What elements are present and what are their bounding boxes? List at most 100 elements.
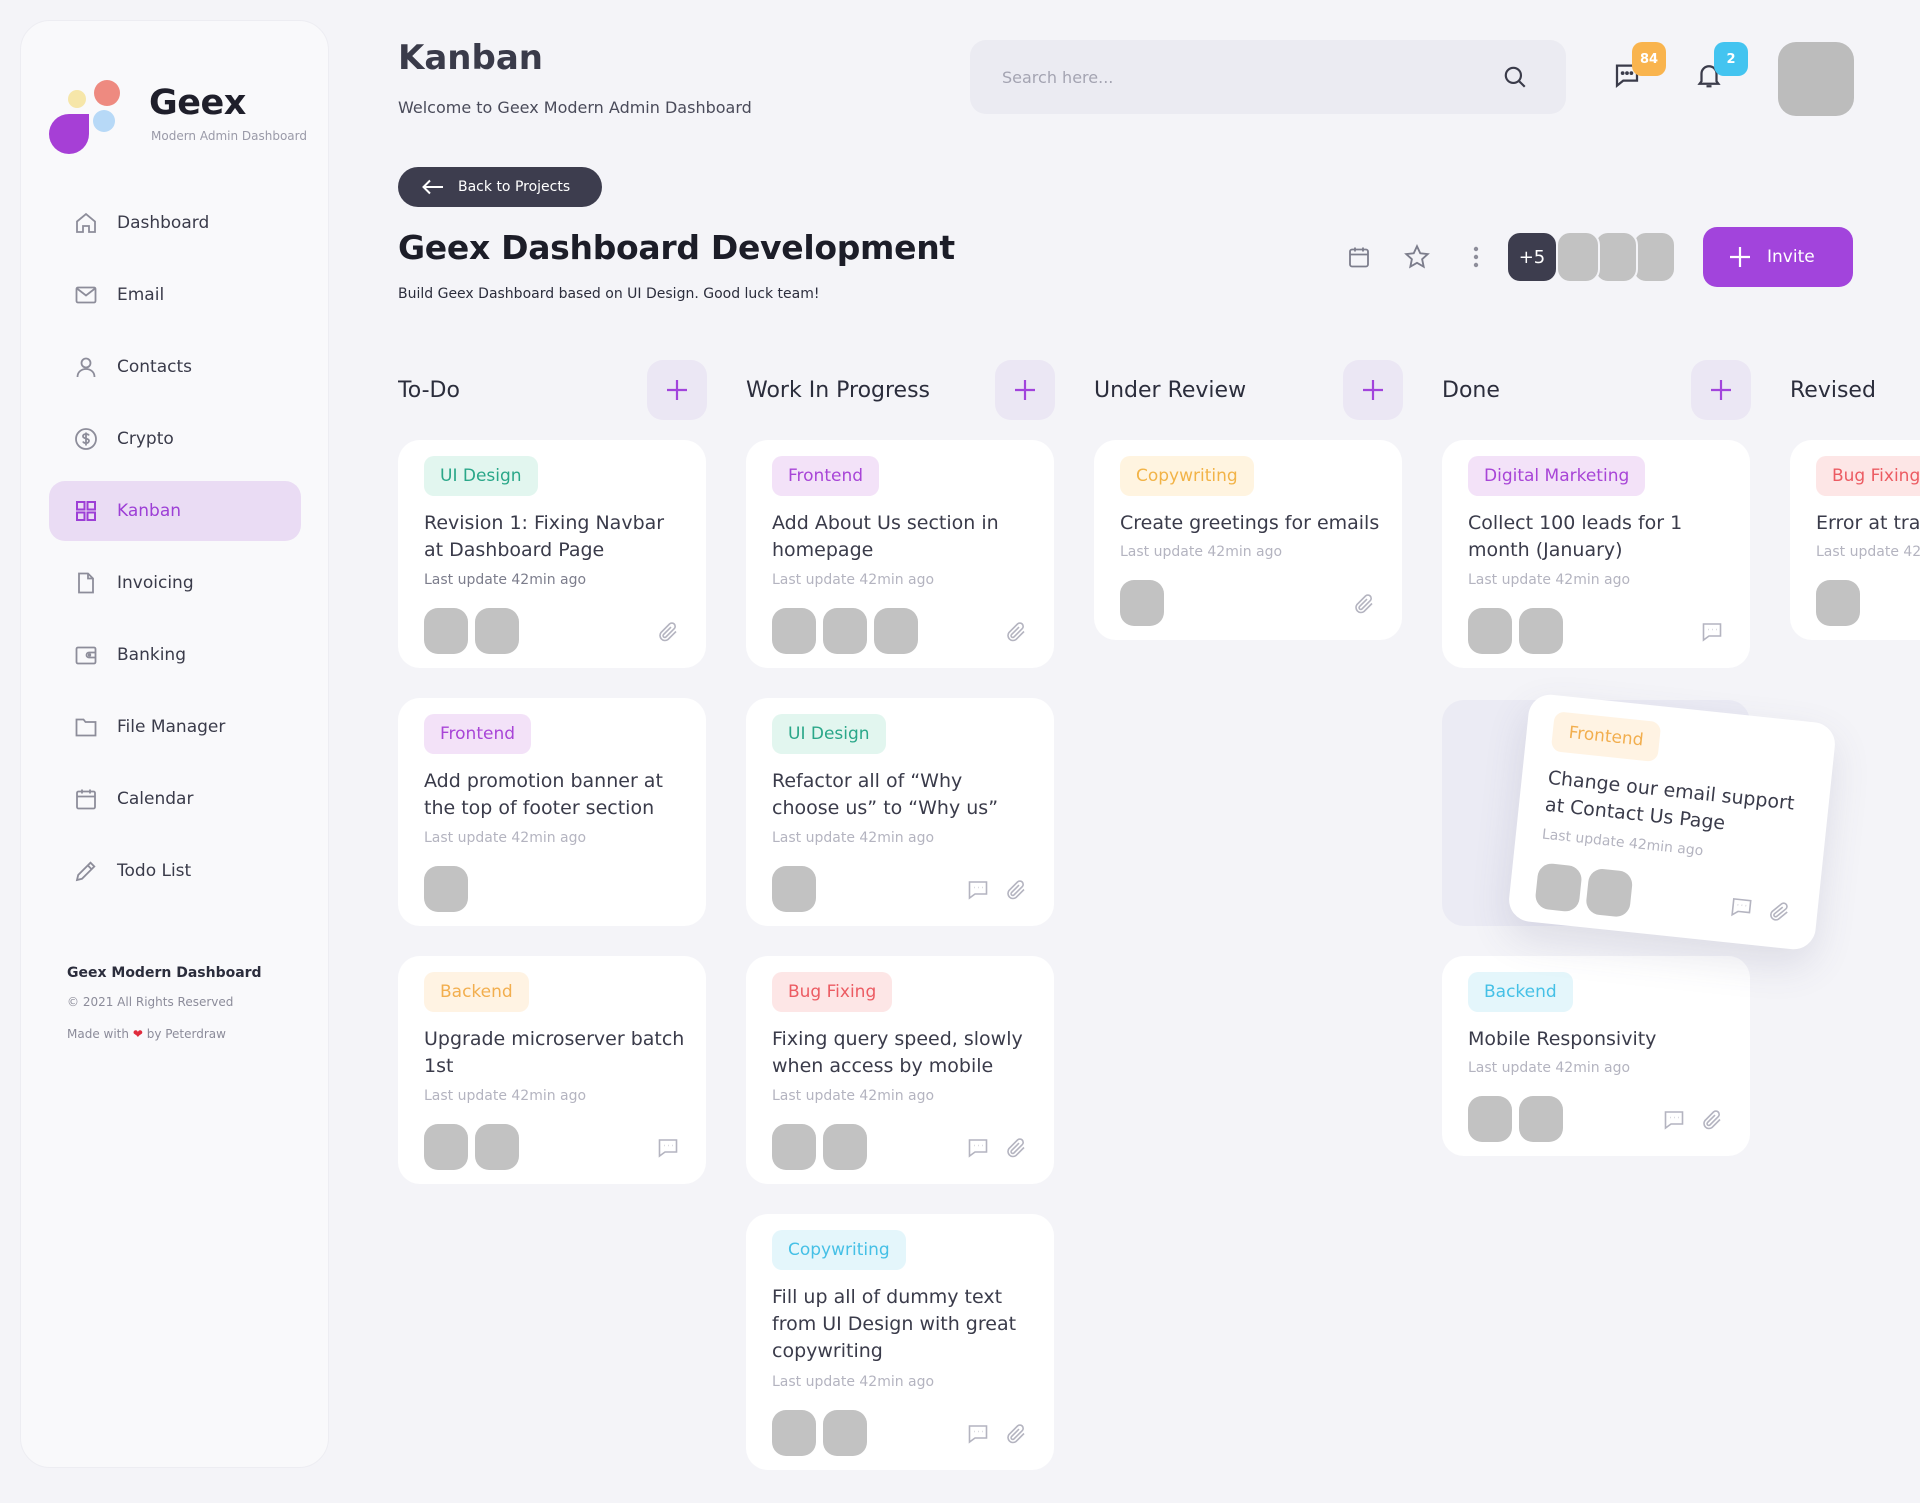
comment-icon[interactable] <box>1662 1108 1686 1132</box>
folder-icon <box>73 714 99 740</box>
plus-icon <box>667 380 687 400</box>
sidebar-item-kanban[interactable]: Kanban <box>49 481 301 541</box>
kanban-card[interactable]: Frontend Add promotion banner at the top… <box>398 698 706 926</box>
sidebar-item-crypto[interactable]: Crypto <box>49 409 301 469</box>
avatar <box>475 1124 519 1170</box>
card-updated: Last update 42min ago <box>1468 1060 1631 1076</box>
sidebar-item-label: Kanban <box>117 501 182 521</box>
kanban-card[interactable]: Frontend Add About Us section in homepag… <box>746 440 1054 668</box>
avatar <box>772 1410 816 1456</box>
add-card-button[interactable] <box>995 360 1055 420</box>
card-tag: UI Design <box>772 714 886 754</box>
search-icon[interactable] <box>1502 64 1528 94</box>
column-title: Under Review <box>1094 378 1247 403</box>
notifications-badge: 2 <box>1714 42 1748 76</box>
kanban-card[interactable]: Copywriting Create greetings for emails … <box>1094 440 1402 640</box>
card-avatars <box>1120 580 1171 626</box>
paperclip-icon[interactable] <box>1004 1422 1028 1446</box>
user-avatar[interactable] <box>1778 42 1854 116</box>
sidebar-item-email[interactable]: Email <box>49 265 301 325</box>
geex-logo-icon <box>49 80 120 154</box>
kanban-card[interactable]: Backend Upgrade microserver batch 1st La… <box>398 956 706 1184</box>
add-card-button[interactable] <box>647 360 707 420</box>
card-tag: Backend <box>424 972 529 1012</box>
avatar <box>1534 862 1583 913</box>
card-tag: Frontend <box>424 714 532 754</box>
add-card-button[interactable] <box>1343 360 1403 420</box>
card-actions <box>1352 592 1376 616</box>
invite-label: Invite <box>1767 247 1815 267</box>
sidebar-item-invoicing[interactable]: Invoicing <box>49 553 301 613</box>
plus-icon <box>1363 380 1383 400</box>
comment-icon[interactable] <box>966 878 990 902</box>
paperclip-icon[interactable] <box>1700 1108 1724 1132</box>
avatar <box>424 1124 468 1170</box>
plus-icon <box>1711 380 1731 400</box>
calendar-button[interactable] <box>1344 242 1374 272</box>
card-tag: Frontend <box>1550 711 1662 763</box>
card-avatars <box>772 608 925 654</box>
sidebar-item-todo-list[interactable]: Todo List <box>49 841 301 901</box>
card-tag: Backend <box>1468 972 1573 1012</box>
column-title: To-Do <box>398 378 460 403</box>
favorite-button[interactable] <box>1402 242 1432 272</box>
brand[interactable]: Geex Modern Admin Dashboard <box>49 59 309 154</box>
card-title: Upgrade microserver batch 1st <box>424 1028 685 1077</box>
sidebar-item-banking[interactable]: Banking <box>49 625 301 685</box>
kanban-card[interactable]: Digital Marketing Collect 100 leads for … <box>1442 440 1750 668</box>
home-icon <box>73 210 99 236</box>
comment-icon[interactable] <box>1700 620 1724 644</box>
paperclip-icon[interactable] <box>1004 620 1028 644</box>
add-card-button[interactable] <box>1691 360 1751 420</box>
sidebar-item-file-manager[interactable]: File Manager <box>49 697 301 757</box>
kebab-menu-icon <box>1473 246 1479 268</box>
card-title: Add promotion banner at the top of foote… <box>424 770 663 819</box>
kanban-card[interactable]: Copywriting Fill up all of dummy text fr… <box>746 1214 1054 1470</box>
comment-icon[interactable] <box>966 1422 990 1446</box>
paperclip-icon[interactable] <box>656 620 680 644</box>
sidebar-item-dashboard[interactable]: Dashboard <box>49 193 301 253</box>
team-members[interactable]: +5 <box>1506 231 1676 283</box>
kanban-card[interactable]: UI Design Refactor all of “Why choose us… <box>746 698 1054 926</box>
paperclip-icon[interactable] <box>1352 592 1376 616</box>
card-actions <box>656 620 680 644</box>
card-avatars <box>424 866 475 912</box>
card-avatars <box>1534 862 1640 919</box>
kanban-card[interactable]: Bug Fixing Error at tran Last update 42 <box>1790 440 1920 640</box>
comment-icon[interactable] <box>966 1136 990 1160</box>
made-with-suffix: by Peterdraw <box>146 1027 226 1041</box>
kanban-card[interactable]: Bug Fixing Fixing query speed, slowly wh… <box>746 956 1054 1184</box>
card-tag: Copywriting <box>772 1230 906 1270</box>
sidebar-item-calendar[interactable]: Calendar <box>49 769 301 829</box>
kanban-card[interactable]: UI Design Revision 1: Fixing Navbar at D… <box>398 440 706 668</box>
avatar <box>1556 231 1600 283</box>
invite-button[interactable]: Invite <box>1703 227 1853 287</box>
kanban-card[interactable]: Backend Mobile Responsivity Last update … <box>1442 956 1750 1156</box>
card-actions <box>1728 895 1792 925</box>
card-tag: Frontend <box>772 456 880 496</box>
avatar <box>1632 231 1676 283</box>
more-options-button[interactable] <box>1461 242 1491 272</box>
footer-copyright: © 2021 All Rights Reserved <box>67 995 234 1009</box>
comment-icon[interactable] <box>1728 895 1754 921</box>
column-header-done: Done <box>1442 360 1751 420</box>
dragging-kanban-card[interactable]: Frontend Change our email support at Con… <box>1506 692 1838 952</box>
card-updated: Last update 42min ago <box>1120 544 1283 560</box>
back-to-projects-button[interactable]: Back to Projects <box>398 167 602 207</box>
brand-subtitle: Modern Admin Dashboard <box>151 129 307 143</box>
avatar <box>772 608 816 654</box>
paperclip-icon[interactable] <box>1004 1136 1028 1160</box>
column-title: Done <box>1442 378 1500 403</box>
paperclip-icon[interactable] <box>1766 899 1792 925</box>
notifications-button[interactable]: 2 <box>1694 42 1748 94</box>
messages-button[interactable]: 84 <box>1612 42 1666 94</box>
card-avatars <box>1468 1096 1570 1142</box>
search-input[interactable] <box>1002 60 1472 94</box>
footer-made-with: Made with ❤ by Peterdraw <box>67 1027 262 1041</box>
avatar <box>1468 1096 1512 1142</box>
comment-icon[interactable] <box>656 1136 680 1160</box>
card-avatars <box>1816 580 1867 626</box>
paperclip-icon[interactable] <box>1004 878 1028 902</box>
avatar <box>823 1124 867 1170</box>
sidebar-item-contacts[interactable]: Contacts <box>49 337 301 397</box>
